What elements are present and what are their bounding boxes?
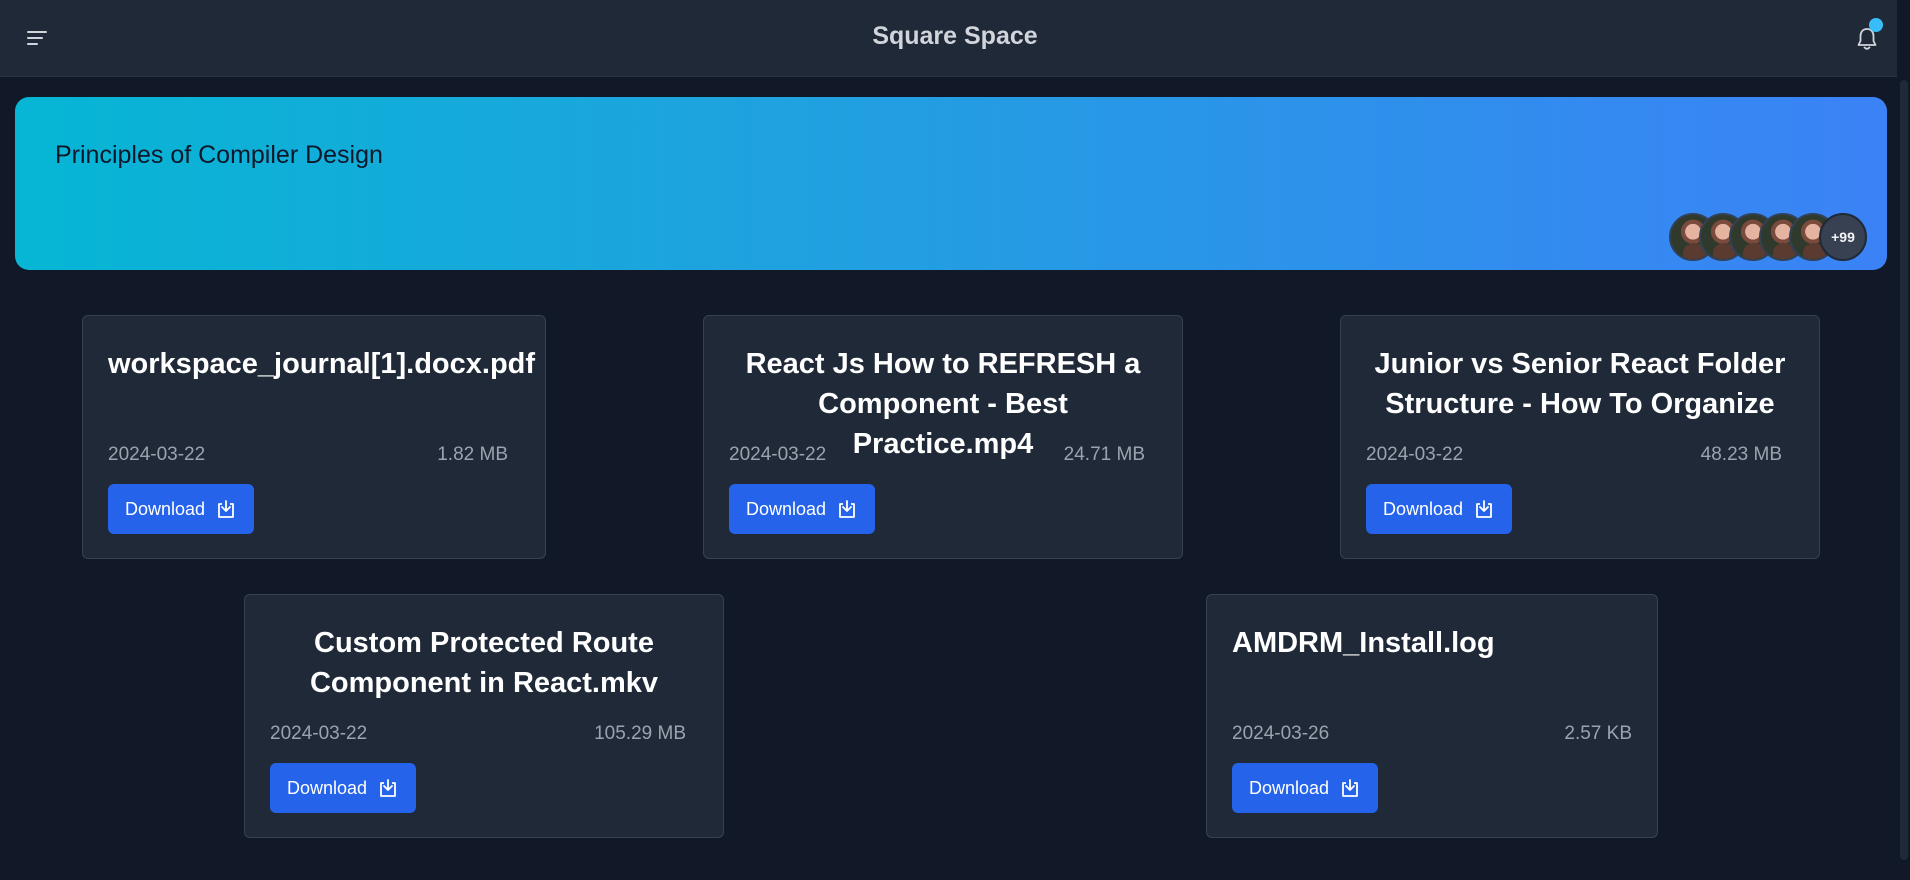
download-label: Download (124, 498, 206, 519)
download-label: Download (1382, 498, 1464, 519)
download-icon (377, 777, 399, 799)
file-size: 24.71 MB (1063, 444, 1145, 465)
notification-dot (1869, 18, 1883, 32)
scrollbar-thumb[interactable] (1900, 80, 1908, 860)
workspace-banner: Principles of Compiler Design +99 (15, 97, 1887, 270)
download-icon (836, 498, 858, 520)
more-members-badge[interactable]: +99 (1819, 213, 1867, 261)
file-name: Custom Protected Route Component in Reac… (309, 627, 659, 699)
top-bar: Square Space (0, 0, 1910, 77)
file-date: 2024-03-22 (1366, 444, 1464, 465)
download-icon (1473, 498, 1495, 520)
file-name: AMDRM_Install.log (1232, 627, 1495, 659)
app-title: Square Space (872, 22, 1038, 50)
file-card: React Js How to REFRESH a Component - Be… (703, 315, 1183, 559)
download-button[interactable]: Download (270, 763, 416, 813)
file-card: Custom Protected Route Component in Reac… (244, 594, 724, 838)
download-button[interactable]: Download (729, 484, 875, 534)
download-label: Download (745, 498, 827, 519)
download-label: Download (286, 777, 368, 798)
file-card: Junior vs Senior React Folder Structure … (1340, 315, 1820, 559)
member-avatars[interactable]: +99 (1669, 212, 1867, 262)
file-size: 105.29 MB (594, 723, 686, 744)
download-button[interactable]: Download (108, 484, 254, 534)
download-label: Download (1248, 777, 1330, 798)
file-size: 1.82 MB (437, 444, 508, 465)
file-name: Junior vs Senior React Folder Structure … (1374, 348, 1786, 420)
file-name: workspace_journal[1].docx.pdf (108, 348, 536, 380)
workspace-title: Principles of Compiler Design (55, 141, 383, 169)
file-size: 48.23 MB (1700, 444, 1782, 465)
file-card: workspace_journal[1].docx.pdf 2024-03-22… (82, 315, 546, 559)
file-date: 2024-03-26 (1232, 723, 1330, 744)
file-date: 2024-03-22 (270, 723, 368, 744)
file-date: 2024-03-22 (729, 444, 827, 465)
file-date: 2024-03-22 (108, 444, 206, 465)
download-button[interactable]: Download (1366, 484, 1512, 534)
download-icon (1339, 777, 1361, 799)
file-size: 2.57 KB (1564, 723, 1632, 744)
file-card: AMDRM_Install.log 2024-03-26 2.57 KB Dow… (1206, 594, 1658, 838)
download-icon (215, 498, 237, 520)
download-button[interactable]: Download (1232, 763, 1378, 813)
